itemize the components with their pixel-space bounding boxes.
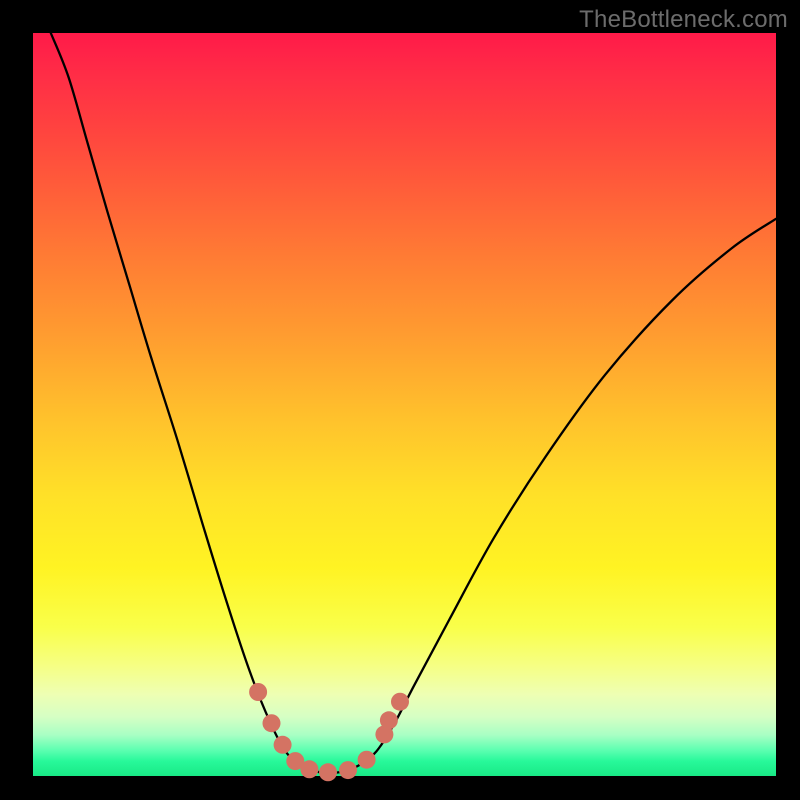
curve-marker — [319, 763, 337, 781]
curve-markers — [249, 683, 409, 781]
curve-marker — [249, 683, 267, 701]
curve-marker — [380, 711, 398, 729]
bottleneck-curve — [51, 33, 776, 773]
curve-marker — [391, 693, 409, 711]
watermark-text: TheBottleneck.com — [579, 6, 788, 34]
curve-marker — [263, 714, 281, 732]
chart-frame: TheBottleneck.com — [0, 0, 800, 800]
curve-marker — [358, 751, 376, 769]
curve-marker — [339, 761, 357, 779]
curve-svg — [33, 33, 776, 776]
plot-area — [33, 33, 776, 776]
curve-marker — [300, 760, 318, 778]
curve-marker — [274, 736, 292, 754]
